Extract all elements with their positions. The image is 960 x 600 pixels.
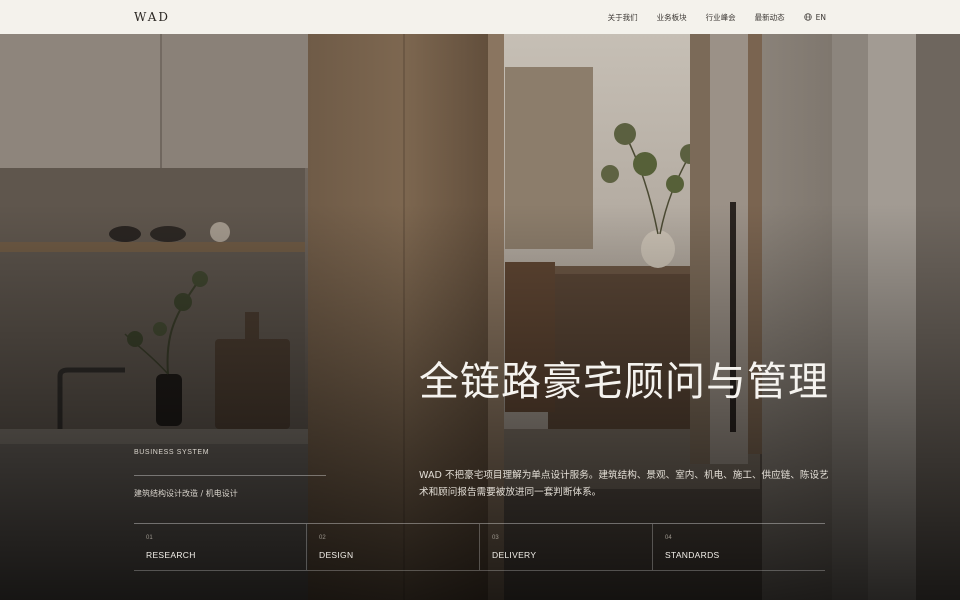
tab-label: DELIVERY <box>492 550 537 560</box>
tab-label: RESEARCH <box>146 550 196 560</box>
tab-standards[interactable]: 04 STANDARDS <box>652 524 825 570</box>
nav-news[interactable]: 最新动态 <box>755 12 785 23</box>
tab-number: 01 <box>146 535 153 541</box>
process-tabs: 01 RESEARCH 02 DESIGN 03 DELIVERY 04 STA… <box>134 523 825 571</box>
hero-headline: 全链路豪宅顾问与管理 <box>419 359 829 405</box>
section-label: BUSINESS SYSTEM <box>134 449 210 456</box>
hero-description: WAD 不把豪宅项目理解为单点设计服务。建筑结构、景观、室内、机电、施工、供应链… <box>419 470 829 498</box>
tab-number: 02 <box>319 535 326 541</box>
tab-number: 03 <box>492 535 499 541</box>
site-header: WAD 关于我们 业务板块 行业峰会 最新动态 EN <box>0 0 960 34</box>
globe-icon <box>803 13 812 21</box>
nav-business[interactable]: 业务板块 <box>657 12 687 23</box>
tab-label: STANDARDS <box>665 550 720 560</box>
language-label: EN <box>815 12 826 22</box>
tab-label: DESIGN <box>319 550 354 560</box>
main-nav: 关于我们 业务板块 行业峰会 最新动态 EN <box>608 12 826 23</box>
language-switch[interactable]: EN <box>803 12 826 22</box>
tab-research[interactable]: 01 RESEARCH <box>134 524 306 570</box>
hero-section <box>0 34 960 600</box>
tab-design[interactable]: 02 DESIGN <box>306 524 479 570</box>
tab-number: 04 <box>665 535 672 541</box>
divider <box>134 475 326 476</box>
nav-about[interactable]: 关于我们 <box>608 12 638 23</box>
nav-summit[interactable]: 行业峰会 <box>706 12 736 23</box>
section-caption: 建筑结构设计改造 / 机电设计 <box>134 489 238 498</box>
tab-delivery[interactable]: 03 DELIVERY <box>479 524 652 570</box>
hero-overlay <box>0 34 960 600</box>
logo[interactable]: WAD <box>134 10 170 24</box>
